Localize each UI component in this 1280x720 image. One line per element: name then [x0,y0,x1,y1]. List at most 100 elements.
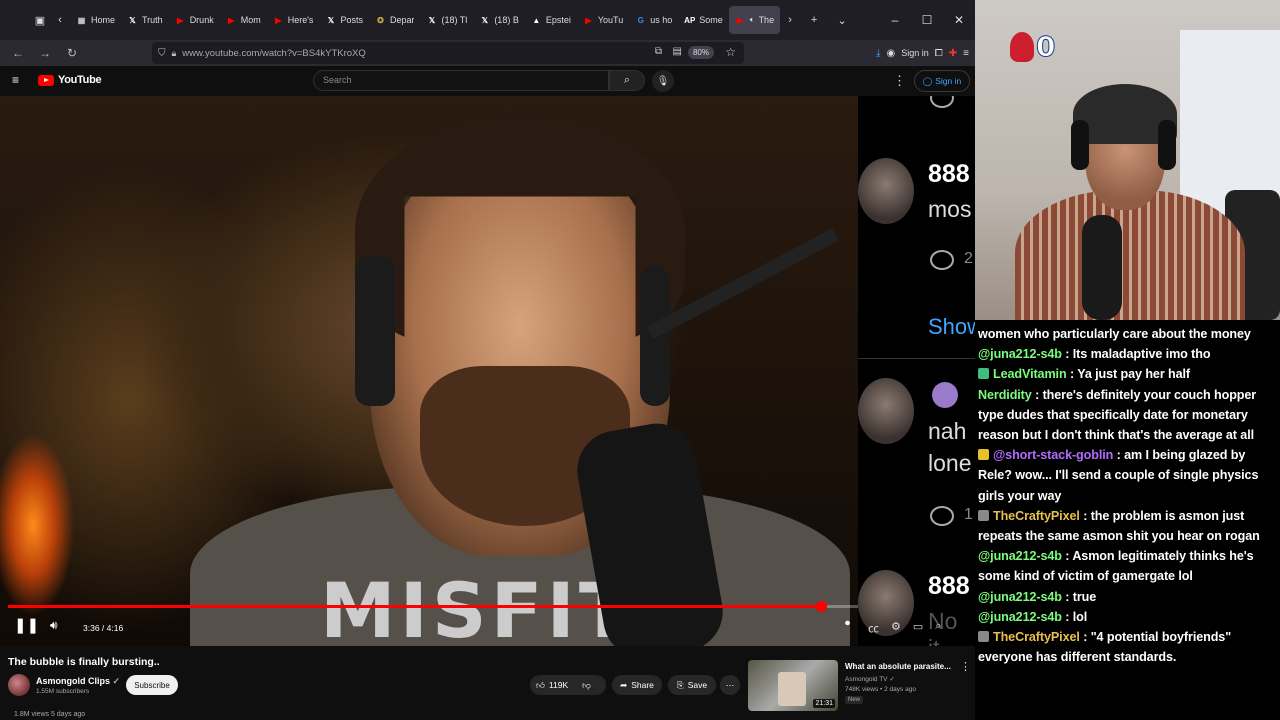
maximize-icon[interactable]: ☐ [911,13,943,27]
player-right-controls: ㏄ ⚙ ▭ ⌕ [868,620,941,636]
lock-icon[interactable]: 🔒︎ [172,48,177,59]
comment-bubble-icon [930,506,954,526]
subscribe-button[interactable]: Subscribe [126,675,178,695]
back-icon[interactable]: ← [6,42,30,64]
zoom-level[interactable]: 80% [687,46,714,59]
mute-tab-icon[interactable]: 🔈︎ [750,15,755,25]
reader-view-icon[interactable]: ▤ [673,46,682,57]
voice-search-button[interactable]: 🎙︎ [652,70,674,92]
tab-0[interactable]: ▦ Home [70,6,121,34]
channel-avatar[interactable] [8,674,30,696]
chat-username[interactable]: TheCraftyPixel [993,630,1080,644]
browser-sign-in[interactable]: Sign in [901,48,929,58]
chat-badge-icon [978,631,989,643]
toolbar-right: ⤓ ◉ Sign in ⧠ ✚ ≡ [876,40,969,66]
pause-icon[interactable]: ❚❚ [14,616,39,634]
tab-label: us ho [650,15,673,25]
video-player[interactable]: MISFITS ❚❚ 🔊︎ 3:36 / 4:16 ⏺ [0,96,858,646]
chat-text: : Its maladaptive imo tho [1061,347,1211,362]
viewer-count: 0 [1035,30,1056,64]
ap-icon: AP [684,15,696,25]
show-more-link[interactable]: Show [928,314,975,340]
downloads-icon[interactable]: ⤓ [876,48,880,59]
chat-message: Nerdidity : there's definitely your couc… [978,385,1276,446]
tab-9[interactable]: ▲ Epstei [525,6,577,34]
like-count[interactable]: 119K [549,680,568,690]
autoplay-toggle-icon[interactable]: ⏺ [845,618,850,629]
captions-icon[interactable]: ㏄ [868,620,879,636]
menu-icon[interactable]: ≡ [963,48,969,59]
youtube-sign-in-button[interactable]: ◯ Sign in [914,70,970,92]
chat-username[interactable]: @short-stack-goblin [993,448,1113,462]
zoom-lens-icon[interactable]: ⌕ [935,620,941,636]
shield-icon[interactable]: ⛉ [158,48,166,59]
scroll-tabs-right-icon[interactable]: › [780,10,800,30]
search-button[interactable]: ⌕ [609,70,645,91]
tab-4[interactable]: ▶ Here's [267,6,320,34]
chat-username[interactable]: @juna212-s4b [978,590,1062,604]
reload-icon[interactable]: ↻ [60,42,84,64]
video-duration: 21:31 [813,699,835,708]
tab-label: Home [91,15,116,25]
youtube-icon: ▶ [585,15,592,25]
account-icon[interactable]: ◉ [887,48,896,59]
url-bar[interactable]: ⛉ 🔒︎ www.youtube.com/watch?v=BS4kYTKroXQ… [152,42,744,64]
chat-text: women who particularly care about the mo… [978,327,1251,341]
minimize-icon[interactable]: – [879,13,911,27]
volume-icon[interactable]: 🔊︎ [50,618,58,633]
tab-12[interactable]: AP Some [678,6,729,34]
tab-overview-icon[interactable]: ▣ [30,10,50,30]
channel-name[interactable]: Asmongold Clips ✓ [36,676,120,687]
chat-text: : lol [1061,609,1088,624]
tab-10[interactable]: ▶ YouTu [577,6,629,34]
chat-username[interactable]: @juna212-s4b [978,347,1062,361]
tab-3[interactable]: ▶ Mom [220,6,267,34]
comment-bubble-icon [930,96,954,108]
tab-6[interactable]: ✪ Depar [369,6,421,34]
picture-in-picture-icon[interactable]: ⧉ [655,46,662,57]
emoji-icon [932,382,958,408]
new-tab-icon[interactable]: + [804,10,824,30]
settings-gear-icon[interactable]: ⚙ [891,620,901,636]
tab-5[interactable]: 𝕏 Posts [319,6,369,34]
tab-label: Epstei [545,15,571,25]
extensions-icon[interactable]: ⧠ [935,48,943,59]
chat-username[interactable]: @juna212-s4b [978,549,1062,563]
recommended-thumbnail[interactable]: 21:31 [748,660,838,711]
comment-text: mos [928,196,972,222]
close-window-icon[interactable]: ✕ [943,13,975,27]
tab-11[interactable]: Gus ho [629,6,678,34]
video-progress-bar[interactable] [8,601,858,612]
thumbs-down-icon[interactable]: 👎︎ [582,680,591,691]
bookmark-star-icon[interactable]: ☆ [725,45,736,59]
miniplayer-icon[interactable]: ▭ [913,620,923,636]
addon-icon[interactable]: ✚ [949,48,957,59]
tab-8[interactable]: 𝕏 (18) B [473,6,525,34]
more-options-icon[interactable]: ⋮ [893,73,906,89]
recommended-channel[interactable]: Asmongold TV ✓ [845,675,895,683]
share-button[interactable]: ➦ Share [612,675,662,695]
recommended-title[interactable]: What an absolute parasite... [845,662,951,671]
tab-7[interactable]: 𝕏 (18) Tl [420,6,473,34]
save-button[interactable]: ⎘ Save [668,675,716,695]
tab-2[interactable]: ▶ Drunk [169,6,220,34]
chat-text: : true [1061,589,1097,604]
tab-13[interactable]: ▶ 🔈︎ The [728,6,781,34]
more-actions-button[interactable]: ⋯ [720,675,740,695]
hamburger-menu-icon[interactable]: ≡ [12,73,19,87]
chat-username[interactable]: LeadVitamin [993,367,1067,381]
recommended-more-icon[interactable]: ⋮ [960,660,971,673]
search-input[interactable]: Search [313,70,609,91]
chat-username[interactable]: @juna212-s4b [978,610,1062,624]
tab-1[interactable]: 𝕏 Truth [121,6,169,34]
chat-username[interactable]: Nerdidity [978,388,1032,402]
scroll-tabs-left-icon[interactable]: ‹ [50,10,70,30]
thumbs-up-icon[interactable]: 👍︎ [536,680,545,691]
forward-icon[interactable]: → [33,42,57,64]
fireplace-glow [0,426,110,646]
youtube-logo[interactable]: YouTube [38,74,102,86]
tab-list-icon[interactable]: ⌄ [832,10,852,30]
user-icon: ◯ [922,75,933,86]
chat-username[interactable]: TheCraftyPixel [993,509,1080,523]
url-text[interactable]: www.youtube.com/watch?v=BS4kYTKroXQ [182,48,365,59]
